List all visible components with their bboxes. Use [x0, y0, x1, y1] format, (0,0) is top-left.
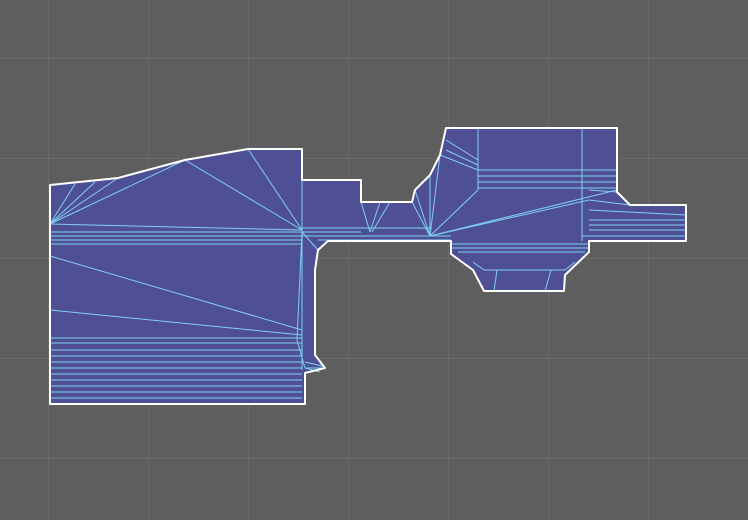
- navmesh-fill[interactable]: [50, 128, 686, 404]
- scene-viewport[interactable]: [0, 0, 748, 520]
- scene-canvas[interactable]: [0, 0, 748, 520]
- navmesh-polygon[interactable]: [49, 127, 687, 405]
